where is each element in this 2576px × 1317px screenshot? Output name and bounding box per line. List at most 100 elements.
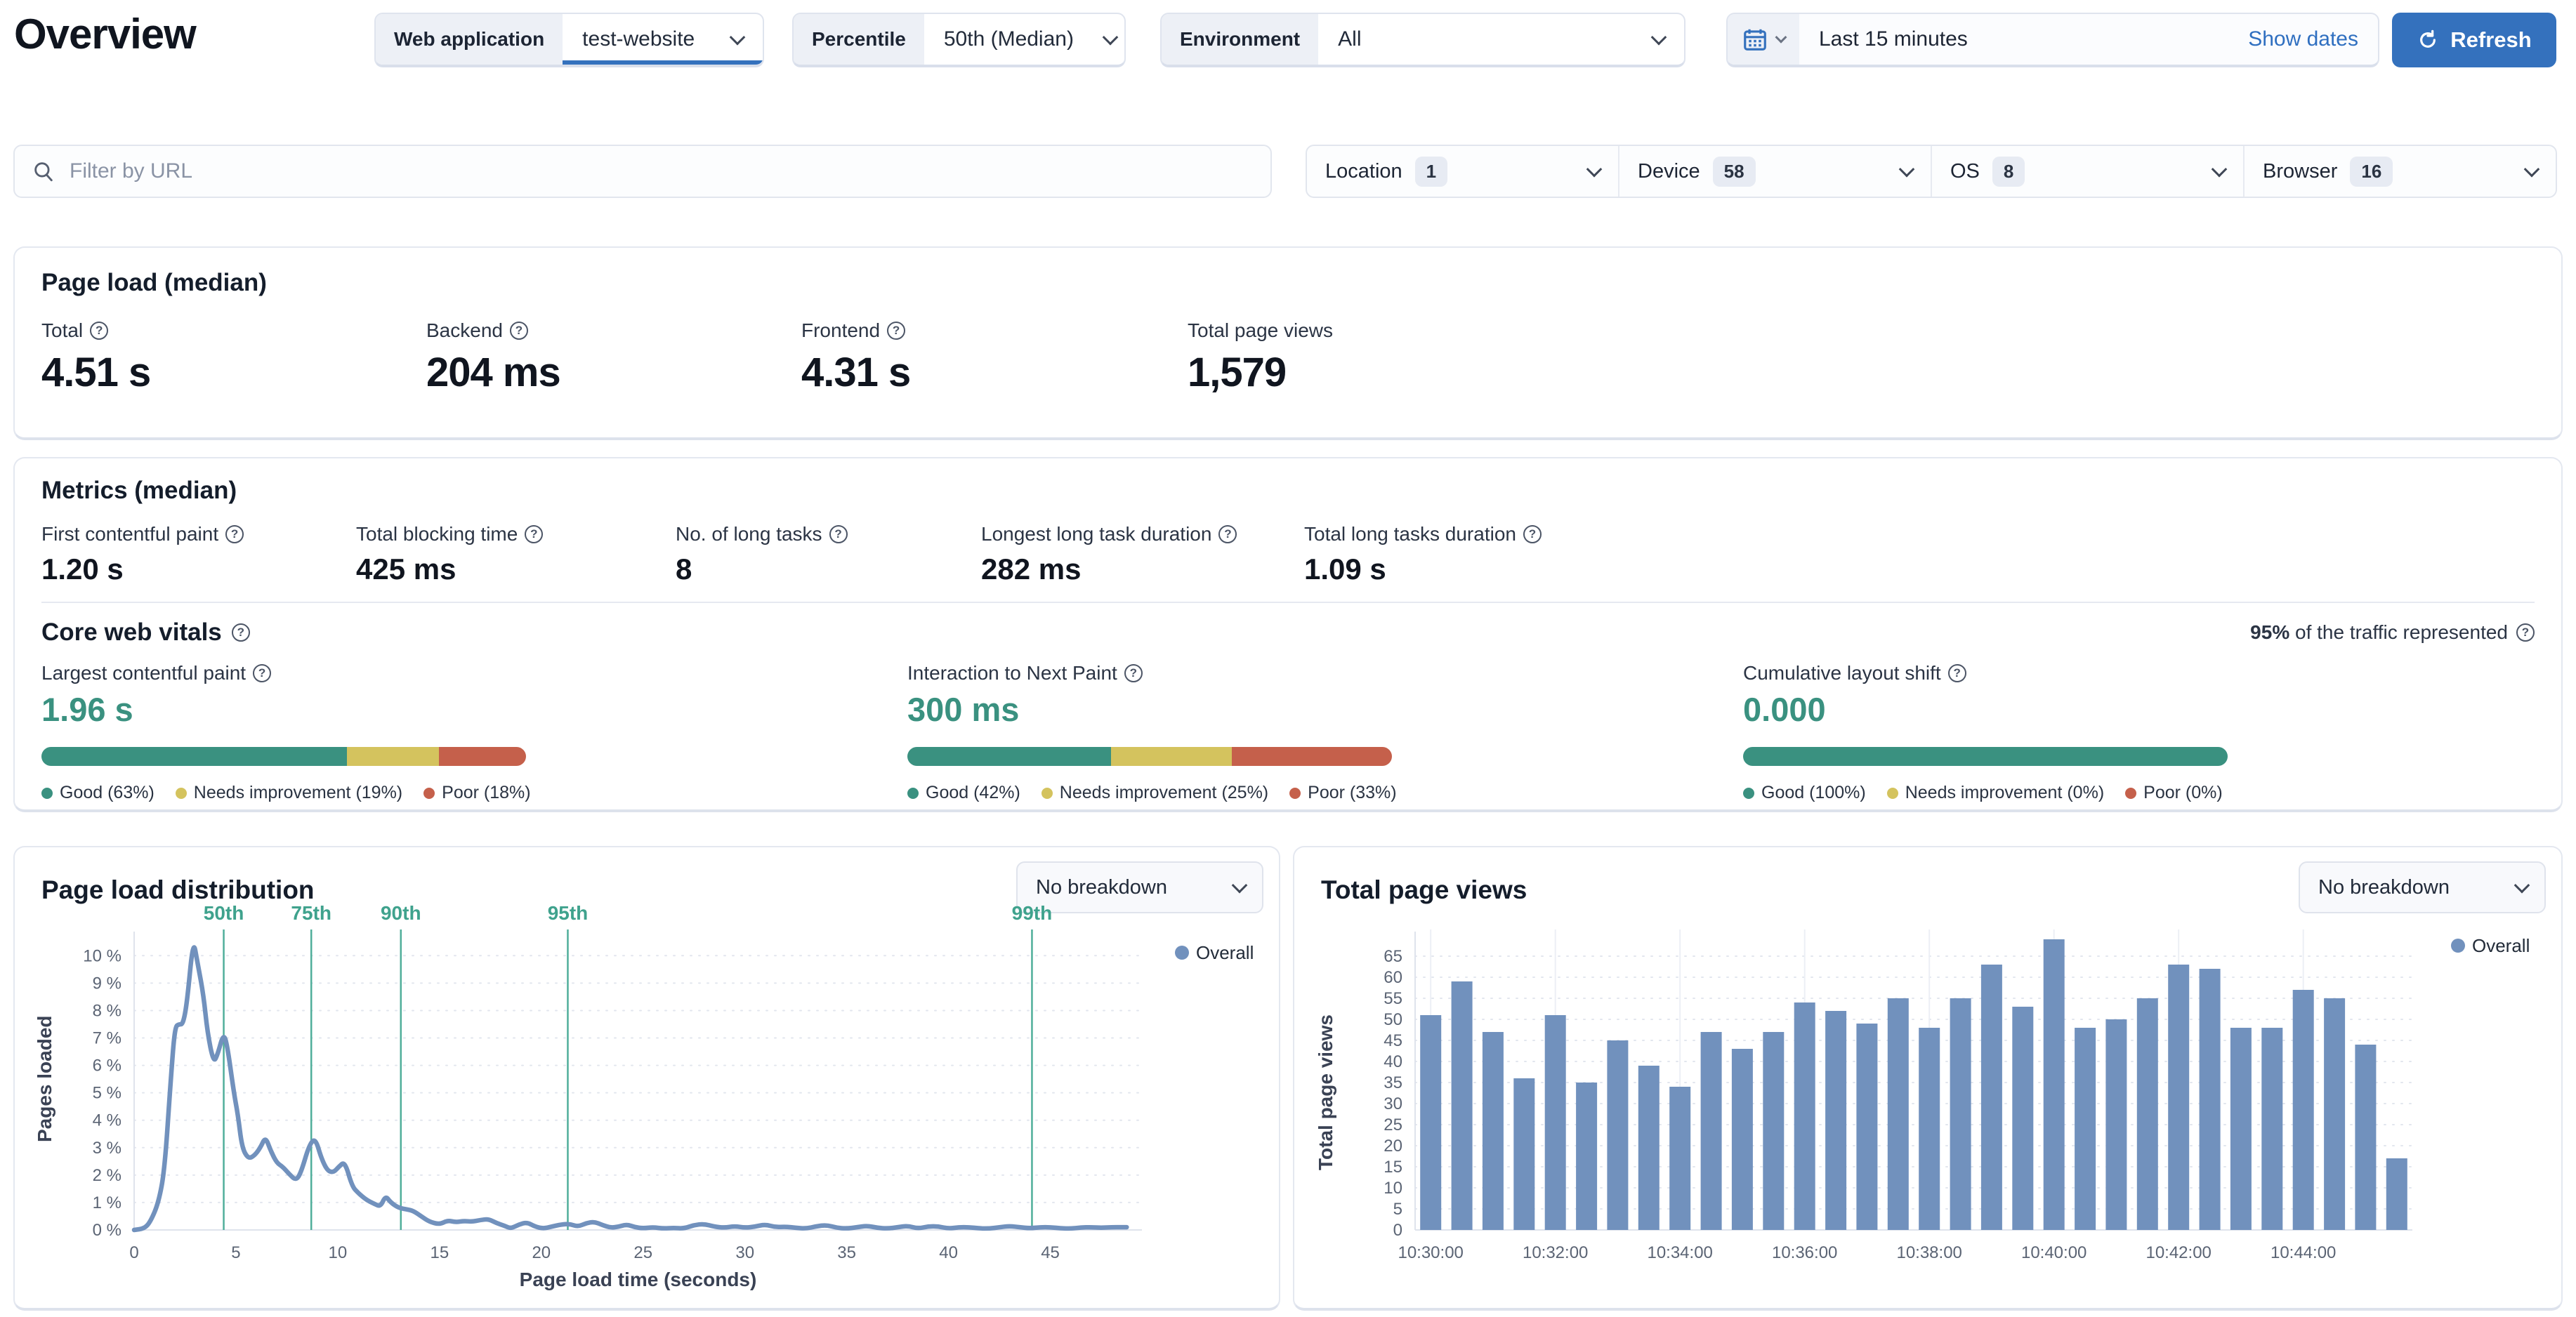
bar[interactable] [1576, 1083, 1598, 1230]
bar[interactable] [2230, 1028, 2252, 1230]
device-filter-label: Device [1638, 159, 1700, 183]
help-icon[interactable] [231, 623, 250, 642]
y-tick-label: 10 [1384, 1179, 1402, 1198]
stat-total: Total 4.51 s [41, 319, 151, 396]
browser-filter[interactable]: Browser 16 [2245, 146, 2556, 197]
chevron-down-icon [729, 29, 746, 46]
location-filter[interactable]: Location 1 [1307, 146, 1619, 197]
percentile-select[interactable]: 50th (Median) [924, 14, 1124, 65]
bar[interactable] [1919, 1028, 1940, 1230]
bar[interactable] [1825, 1011, 1847, 1230]
environment-filter-label: Environment [1162, 14, 1319, 65]
bar[interactable] [1638, 1066, 1660, 1230]
help-icon[interactable] [829, 525, 848, 543]
url-filter-input[interactable] [70, 159, 1254, 183]
stat-tbt-label: Total blocking time [356, 523, 518, 545]
bar[interactable] [2355, 1045, 2377, 1230]
x-tick-label: 25 [633, 1243, 652, 1262]
x-tick-label: 0 [129, 1243, 138, 1262]
bar[interactable] [2043, 939, 2065, 1230]
stat-total-long-tasks-value: 1.09 s [1304, 552, 1386, 585]
help-icon[interactable] [1523, 525, 1542, 543]
bar[interactable] [1420, 1015, 1442, 1230]
bar[interactable] [2261, 1028, 2283, 1230]
bar[interactable] [1794, 1002, 1815, 1230]
x-tick-label: 5 [231, 1243, 240, 1262]
bar[interactable] [2292, 990, 2314, 1230]
stat-total-long-tasks: Total long tasks duration 1.09 s [1304, 523, 1542, 586]
bar[interactable] [2136, 998, 2158, 1230]
chevron-down-icon [2211, 161, 2228, 178]
bar[interactable] [1731, 1049, 1753, 1230]
stat-tbt: Total blocking time 425 ms [356, 523, 544, 586]
bar[interactable] [1856, 1024, 1878, 1230]
os-filter[interactable]: OS 8 [1932, 146, 2245, 197]
distribution-line-series[interactable] [131, 945, 1129, 1233]
bar[interactable] [1700, 1032, 1722, 1230]
poor-segment [1232, 747, 1392, 766]
bar[interactable] [1950, 998, 1971, 1230]
chart-legend-label[interactable]: Overall [2472, 935, 2530, 956]
environment-filter[interactable]: Environment All [1160, 13, 1685, 67]
percentile-filter[interactable]: Percentile 50th (Median) [792, 13, 1126, 67]
needs-improvement-legend: Needs improvement (0%) [1905, 783, 2105, 802]
bar[interactable] [1607, 1040, 1629, 1230]
total-page-views-chart[interactable]: 0 5 10 15 20 25 30 35 40 45 50 55 60 65 10:30:00 10:32:… [1303, 904, 2556, 1307]
chart-legend-label[interactable]: Overall [1196, 942, 1254, 963]
url-filter[interactable] [13, 145, 1272, 198]
help-icon[interactable] [509, 322, 528, 340]
y-tick-label: 5 % [93, 1084, 121, 1103]
bar[interactable] [1669, 1087, 1691, 1230]
y-tick-label: 10 % [83, 946, 121, 965]
poor-legend: Poor (18%) [442, 783, 531, 802]
bar[interactable] [2075, 1028, 2096, 1230]
environment-select[interactable]: All [1318, 14, 1684, 65]
time-range-picker[interactable]: Last 15 minutes Show dates [1726, 13, 2379, 67]
time-range-value[interactable]: Last 15 minutes [1799, 14, 2228, 65]
bar[interactable] [1887, 998, 1909, 1230]
bar[interactable] [2386, 1158, 2407, 1230]
search-icon [34, 162, 53, 182]
bar[interactable] [1763, 1032, 1785, 1230]
web-application-filter[interactable]: Web application test-website [374, 13, 764, 67]
needs-improvement-dot-icon [1041, 787, 1053, 799]
show-dates-link[interactable]: Show dates [2228, 14, 2378, 65]
y-tick-label: 0 [1393, 1221, 1402, 1240]
bar[interactable] [1513, 1078, 1535, 1230]
stat-total-long-tasks-label: Total long tasks duration [1304, 523, 1516, 545]
bar[interactable] [2012, 1007, 2034, 1230]
bar[interactable] [2324, 998, 2346, 1230]
help-icon[interactable] [253, 664, 272, 682]
help-icon[interactable] [1218, 525, 1237, 543]
help-icon[interactable] [1124, 664, 1143, 682]
refresh-button[interactable]: Refresh [2392, 13, 2556, 67]
vital-cls-bar [1743, 747, 2228, 766]
good-legend: Good (100%) [1761, 783, 1866, 802]
y-axis-title: Pages loaded [34, 1015, 55, 1142]
stat-long-tasks: No. of long tasks 8 [676, 523, 848, 586]
calendar-dropdown[interactable] [1728, 14, 1799, 65]
bar[interactable] [1980, 965, 2002, 1230]
bar[interactable] [1544, 1015, 1566, 1230]
distribution-breakdown-value: No breakdown [1036, 875, 1167, 899]
vital-lcp-label: Largest contentful paint [41, 662, 247, 684]
help-icon[interactable] [90, 322, 109, 340]
help-icon[interactable] [887, 322, 906, 340]
y-tick-label: 30 [1384, 1094, 1402, 1113]
x-tick-label: 10 [329, 1243, 348, 1262]
bar[interactable] [2168, 965, 2190, 1230]
bar[interactable] [1451, 981, 1473, 1230]
chevron-down-icon [1586, 161, 1603, 178]
help-icon[interactable] [225, 525, 244, 543]
refresh-button-label: Refresh [2450, 27, 2532, 52]
vital-lcp-legend: Good (63%) Needs improvement (19%) Poor … [41, 783, 531, 803]
help-icon[interactable] [1947, 664, 1966, 682]
bar[interactable] [1482, 1032, 1504, 1230]
help-icon[interactable] [525, 525, 544, 543]
device-filter[interactable]: Device 58 [1619, 146, 1932, 197]
bar[interactable] [2199, 969, 2221, 1230]
web-application-select[interactable]: test-website [563, 14, 763, 65]
bar[interactable] [2105, 1019, 2127, 1230]
help-icon[interactable] [2516, 623, 2535, 642]
page-load-distribution-chart[interactable]: 0 % 1 % 2 % 3 % 4 % 5 % 6 % 7 % 8 % 9 % 10 % 0 5 10 15… [22, 904, 1275, 1307]
